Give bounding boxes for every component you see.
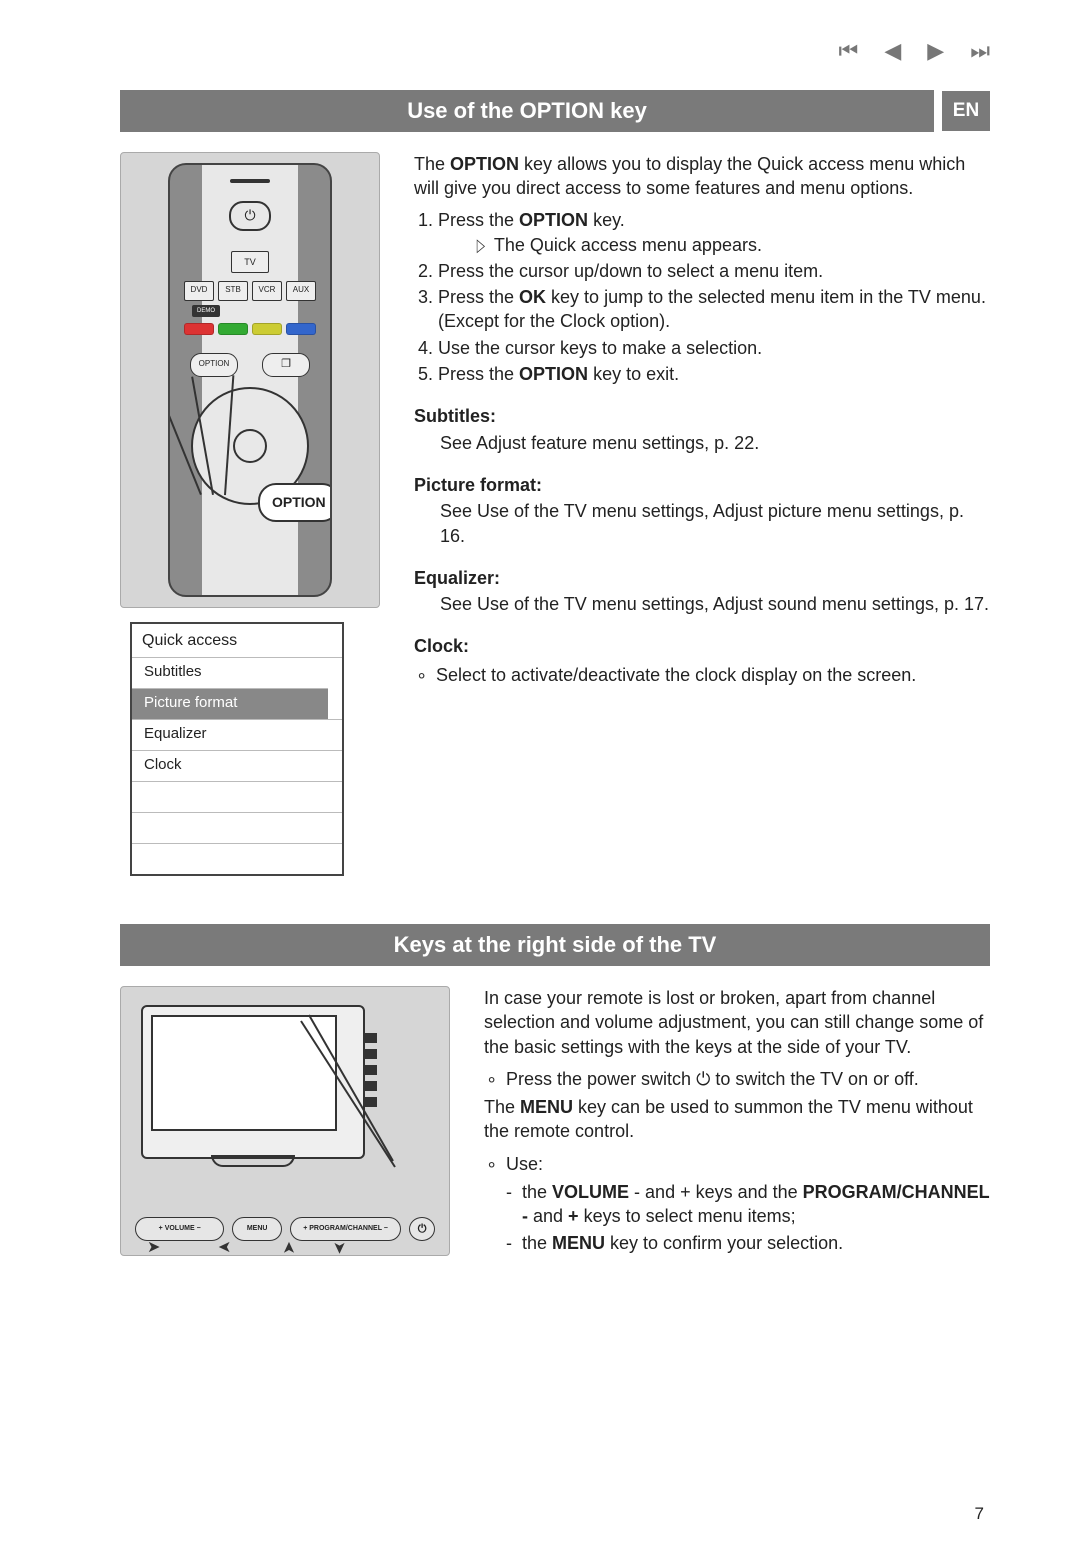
quick-access-menu: Quick access Subtitles Picture format Eq… <box>130 622 344 877</box>
text-picture-format: See Use of the TV menu settings, Adjust … <box>440 499 990 548</box>
power-glyph-icon: ⏻ <box>696 1069 710 1089</box>
device-vcr: VCR <box>252 281 282 301</box>
arrow-up-icon: ➤ <box>279 1241 301 1254</box>
option-callout-bubble: OPTION <box>258 483 332 522</box>
figure-column-2: + VOLUME − MENU + PROGRAM/CHANNEL − ⏻ ➤ … <box>120 986 450 1257</box>
arrow-right-icon: ➤ <box>147 1237 160 1259</box>
menu-paragraph: The MENU key can be used to summon the T… <box>484 1095 990 1144</box>
nav-first-icon[interactable]: ⏮ <box>839 36 859 66</box>
step-1: Press the OPTION key. ▷The Quick access … <box>438 208 990 257</box>
section2-paragraph: In case your remote is lost or broken, a… <box>484 986 990 1059</box>
tv-mode-button: TV <box>231 251 269 273</box>
menu-item-empty <box>132 843 342 874</box>
power-key-icon: ⏻ <box>409 1217 435 1241</box>
section1-content: ⏻ TV DVD STB VCR AUX DEMO <box>120 152 990 877</box>
ok-button <box>233 429 267 463</box>
heading-clock: Clock: <box>414 634 990 658</box>
dash-list: the VOLUME - and + keys and the PROGRAM/… <box>506 1180 990 1255</box>
nav-prev-icon[interactable]: ◀ <box>884 36 901 66</box>
clock-bullet: Select to activate/deactivate the clock … <box>416 663 990 687</box>
menu-item-clock: Clock <box>132 750 342 781</box>
page-number: 7 <box>975 1503 984 1526</box>
dash-volume: the VOLUME - and + keys and the PROGRAM/… <box>506 1180 990 1229</box>
nav-next-icon[interactable]: ⏭ <box>970 36 990 66</box>
figure-column: ⏻ TV DVD STB VCR AUX DEMO <box>120 152 380 877</box>
zoom-callout-line <box>299 1011 399 1171</box>
section2-content: + VOLUME − MENU + PROGRAM/CHANNEL − ⏻ ➤ … <box>120 986 990 1257</box>
step-2: Press the cursor up/down to select a men… <box>438 259 990 283</box>
heading-equalizer: Equalizer: <box>414 566 990 590</box>
section2-title: Keys at the right side of the TV <box>120 924 990 966</box>
power-button-icon: ⏻ <box>229 201 271 231</box>
section1-text: The OPTION key allows you to display the… <box>414 152 990 877</box>
color-blue-icon <box>286 323 316 335</box>
nav-play-icon[interactable]: ▶ <box>927 36 944 66</box>
step-5: Press the OPTION key to exit. <box>438 362 990 386</box>
device-stb: STB <box>218 281 248 301</box>
step-1-result: ▷The Quick access menu appears. <box>474 233 990 257</box>
menu-item-empty <box>132 812 342 843</box>
text-equalizer: See Use of the TV menu settings, Adjust … <box>440 592 990 616</box>
section-heading-bar: Keys at the right side of the TV <box>120 924 990 966</box>
option-key-label: OPTION <box>190 353 238 377</box>
section2-bullets-2: Use: <box>486 1152 990 1176</box>
text-subtitles: See Adjust feature menu settings, p. 22. <box>440 431 990 455</box>
device-dvd: DVD <box>184 281 214 301</box>
color-keys <box>184 323 316 335</box>
steps-list: Press the OPTION key. ▷The Quick access … <box>438 208 990 386</box>
device-row: DVD STB VCR AUX <box>184 281 316 301</box>
teletext-key-icon: ❐ <box>262 353 310 377</box>
color-red-icon <box>184 323 214 335</box>
section2-bullets: Press the power switch ⏻ to switch the T… <box>486 1067 990 1091</box>
tv-side-figure: + VOLUME − MENU + PROGRAM/CHANNEL − ⏻ ➤ … <box>120 986 450 1256</box>
heading-picture-format: Picture format: <box>414 473 990 497</box>
color-yellow-icon <box>252 323 282 335</box>
heading-subtitles: Subtitles: <box>414 404 990 428</box>
bold-option: OPTION <box>450 154 519 174</box>
pdf-nav-bar: ⏮ ◀ ▶ ⏭ <box>839 36 990 66</box>
step-3: Press the OK key to jump to the selected… <box>438 285 990 334</box>
arrow-down-icon: ➤ <box>328 1241 350 1254</box>
color-green-icon <box>218 323 248 335</box>
section1-title: Use of the OPTION key <box>120 90 934 132</box>
menu-item-subtitles: Subtitles <box>132 657 342 688</box>
language-badge: EN <box>942 91 990 131</box>
remote-outline: ⏻ TV DVD STB VCR AUX DEMO <box>168 163 332 597</box>
manual-page: ⏮ ◀ ▶ ⏭ Use of the OPTION key EN ⏻ TV DV… <box>0 0 1080 1560</box>
quick-access-title: Quick access <box>132 624 342 658</box>
menu-item-equalizer: Equalizer <box>132 719 342 750</box>
section-heading-bar: Use of the OPTION key EN <box>120 90 990 132</box>
clock-bullets: Select to activate/deactivate the clock … <box>416 663 990 687</box>
remote-figure: ⏻ TV DVD STB VCR AUX DEMO <box>120 152 380 608</box>
step-4: Use the cursor keys to make a selection. <box>438 336 990 360</box>
menu-key-label: MENU <box>232 1217 282 1241</box>
ir-window <box>230 179 270 183</box>
device-aux: AUX <box>286 281 316 301</box>
demo-button: DEMO <box>192 305 220 317</box>
bullet-power: Press the power switch ⏻ to switch the T… <box>486 1067 990 1091</box>
section2-text: In case your remote is lost or broken, a… <box>484 986 990 1257</box>
menu-item-empty <box>132 781 342 812</box>
arrow-left-icon: ➤ <box>218 1237 231 1259</box>
arrow-indicators-2: ➤ ➤ <box>283 1237 346 1259</box>
arrow-indicators: ➤ ➤ <box>147 1237 232 1259</box>
intro-paragraph: The OPTION key allows you to display the… <box>414 152 990 201</box>
tv-stand <box>211 1155 295 1167</box>
menu-item-picture-format: Picture format <box>132 688 328 719</box>
dash-menu: the MENU key to confirm your selection. <box>506 1231 990 1255</box>
result-arrow-icon: ▷ <box>477 233 485 257</box>
bullet-use: Use: <box>486 1152 990 1176</box>
